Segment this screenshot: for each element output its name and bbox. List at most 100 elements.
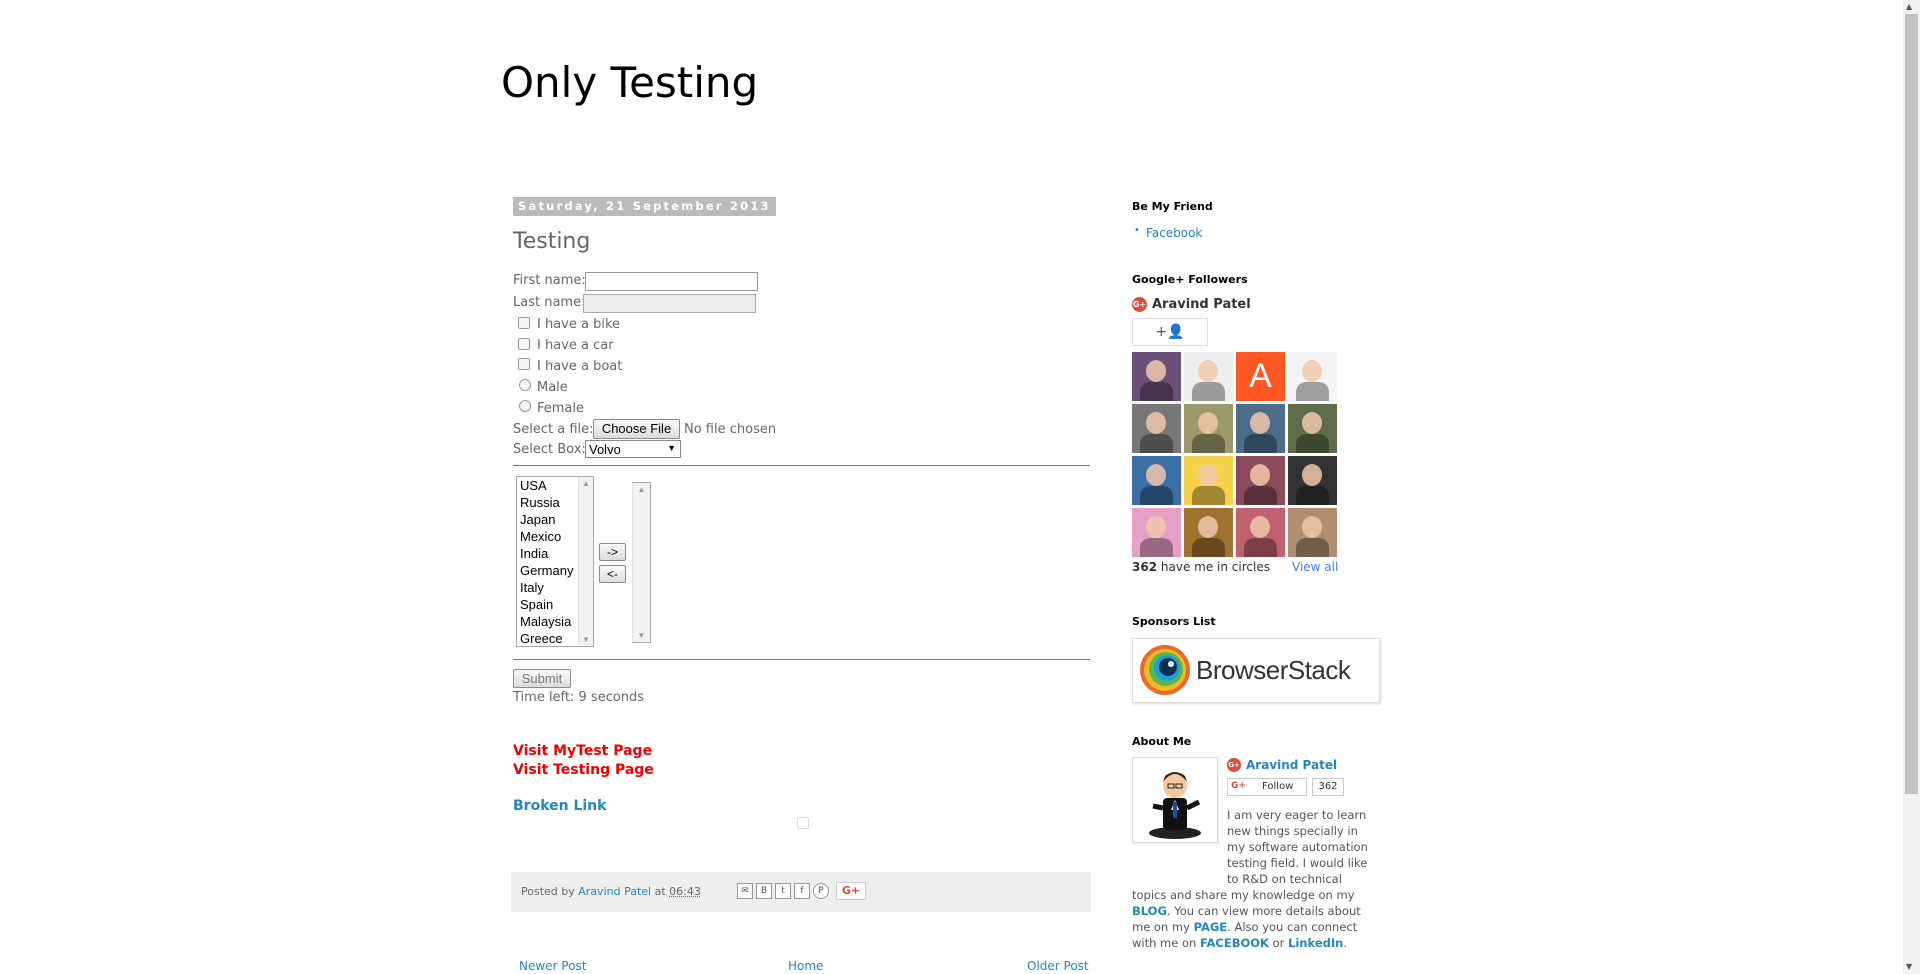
home-link[interactable]: Home	[788, 959, 823, 973]
gplus-followers-heading: Google+ Followers	[1132, 273, 1248, 286]
avatar-body-icon	[1192, 538, 1225, 557]
divider	[513, 659, 1090, 660]
move-right-button[interactable]: ->	[599, 543, 626, 561]
country-option[interactable]: Mexico	[517, 528, 579, 545]
follower-avatar[interactable]	[1184, 352, 1233, 401]
older-post-link[interactable]: Older Post	[1027, 959, 1089, 973]
country-option[interactable]: USA	[517, 477, 579, 494]
selected-listbox[interactable]: ▲ ▼	[632, 482, 651, 643]
selected-listbox-scrollbar[interactable]: ▲ ▼	[632, 483, 650, 642]
view-all-link[interactable]: View all	[1292, 560, 1338, 574]
car-select[interactable]: Volvo ▼	[585, 440, 681, 458]
facebook-icon[interactable]: f	[794, 883, 810, 899]
facebook-profile-link[interactable]: FACEBOOK	[1200, 936, 1269, 950]
boat-checkbox[interactable]	[518, 358, 530, 370]
follower-avatar[interactable]	[1132, 456, 1181, 505]
scroll-up-icon[interactable]: ▲	[1906, 2, 1912, 11]
pinterest-icon[interactable]: P	[813, 883, 829, 899]
broken-link[interactable]: Broken Link	[513, 798, 606, 814]
follower-avatar[interactable]	[1236, 456, 1285, 505]
visit-mytest-link[interactable]: Visit MyTest Page	[513, 743, 652, 759]
male-radio[interactable]	[519, 379, 531, 391]
page-scroll-thumb[interactable]	[1905, 14, 1918, 794]
bike-checkbox[interactable]	[518, 317, 530, 329]
twitter-icon[interactable]: t	[775, 883, 791, 899]
add-person-icon: +👤	[1155, 324, 1185, 340]
country-option[interactable]: Spain	[517, 596, 579, 613]
follower-avatar[interactable]	[1132, 508, 1181, 557]
author-link[interactable]: Aravind Patel	[578, 885, 651, 898]
gplus-share-button[interactable]: G+	[836, 882, 866, 900]
avatar-face-icon	[1302, 360, 1322, 382]
browserstack-banner[interactable]: BrowserStack	[1132, 638, 1380, 703]
scroll-down-icon[interactable]: ▼	[633, 631, 650, 640]
country-option[interactable]: Russia	[517, 494, 579, 511]
add-to-circles-button[interactable]: +👤	[1132, 318, 1208, 346]
follower-avatar[interactable]	[1184, 508, 1233, 557]
email-icon[interactable]: ✉	[737, 883, 753, 899]
listbox-scrollbar[interactable]: ▲ ▼	[578, 477, 593, 646]
avatar-body-icon	[1192, 434, 1225, 453]
country-listbox[interactable]: USA Russia Japan Mexico India Germany Italy Spa…	[516, 476, 594, 647]
female-radio[interactable]	[519, 400, 531, 412]
blog-title[interactable]: Only Testing	[501, 58, 758, 107]
scroll-up-icon[interactable]: ▲	[579, 479, 593, 488]
scroll-down-icon[interactable]: ▼	[1906, 962, 1912, 971]
posted-by-label: Posted by	[521, 885, 575, 898]
follower-avatar[interactable]	[1288, 456, 1337, 505]
submit-button[interactable]: Submit	[513, 669, 571, 688]
about-paragraph: I am very eager to learn new things spec…	[1132, 807, 1375, 951]
about-profile-name[interactable]: Aravind Patel	[1246, 758, 1337, 772]
circles-count-text: 362 have me in circles	[1132, 560, 1270, 574]
avatar-body-icon	[1244, 538, 1277, 557]
country-option[interactable]: Germany	[517, 562, 579, 579]
avatar-body-icon	[1244, 434, 1277, 453]
last-name-input[interactable]	[583, 294, 756, 313]
follow-label: Follow	[1262, 781, 1294, 792]
scroll-up-icon[interactable]: ▲	[633, 485, 650, 494]
avatar-body-icon	[1140, 538, 1173, 557]
facebook-link[interactable]: Facebook	[1146, 226, 1202, 240]
follower-avatar[interactable]	[1184, 456, 1233, 505]
follower-avatar[interactable]	[1288, 352, 1337, 401]
page-link[interactable]: PAGE	[1194, 920, 1228, 934]
sponsors-heading: Sponsors List	[1132, 615, 1216, 628]
male-label: Male	[537, 380, 568, 395]
avatar-face-icon	[1198, 412, 1218, 434]
follow-button[interactable]: G+ Follow	[1227, 778, 1307, 796]
photo-spacer	[1132, 807, 1227, 885]
country-option[interactable]: Italy	[517, 579, 579, 596]
post-time-link[interactable]: 06:43	[669, 885, 701, 898]
gplus-profile-name[interactable]: Aravind Patel	[1152, 297, 1251, 312]
follower-avatar[interactable]	[1236, 508, 1285, 557]
choose-file-button[interactable]: Choose File	[593, 419, 680, 439]
follower-avatar[interactable]	[1288, 404, 1337, 453]
select-label: Select Box:	[513, 442, 586, 457]
about-me-heading: About Me	[1132, 735, 1192, 748]
country-option[interactable]: Japan	[517, 511, 579, 528]
newer-post-link[interactable]: Newer Post	[519, 959, 586, 973]
divider	[513, 465, 1090, 466]
blogger-icon[interactable]: B	[756, 883, 772, 899]
boat-label: I have a boat	[537, 359, 623, 374]
scroll-down-icon[interactable]: ▼	[579, 635, 593, 644]
move-left-button[interactable]: <-	[599, 565, 626, 583]
country-option[interactable]: India	[517, 545, 579, 562]
country-option[interactable]: Malaysia	[517, 613, 579, 630]
follower-avatar[interactable]	[1236, 404, 1285, 453]
follower-avatar[interactable]	[1132, 404, 1181, 453]
linkedin-link[interactable]: LinkedIn	[1288, 936, 1343, 950]
first-name-input[interactable]	[585, 272, 758, 291]
avatar-face-icon	[1198, 360, 1218, 382]
follower-avatar[interactable]	[1288, 508, 1337, 557]
blog-link[interactable]: BLOG	[1132, 904, 1167, 918]
visit-testing-link[interactable]: Visit Testing Page	[513, 762, 654, 778]
female-label: Female	[537, 401, 585, 416]
follower-avatar-letter[interactable]: A	[1236, 352, 1285, 401]
follower-avatar[interactable]	[1132, 352, 1181, 401]
country-option[interactable]: Greece	[517, 630, 579, 646]
avatar-body-icon	[1140, 382, 1173, 401]
car-checkbox[interactable]	[518, 338, 530, 350]
avatar-body-icon	[1140, 486, 1173, 505]
follower-avatar[interactable]	[1184, 404, 1233, 453]
